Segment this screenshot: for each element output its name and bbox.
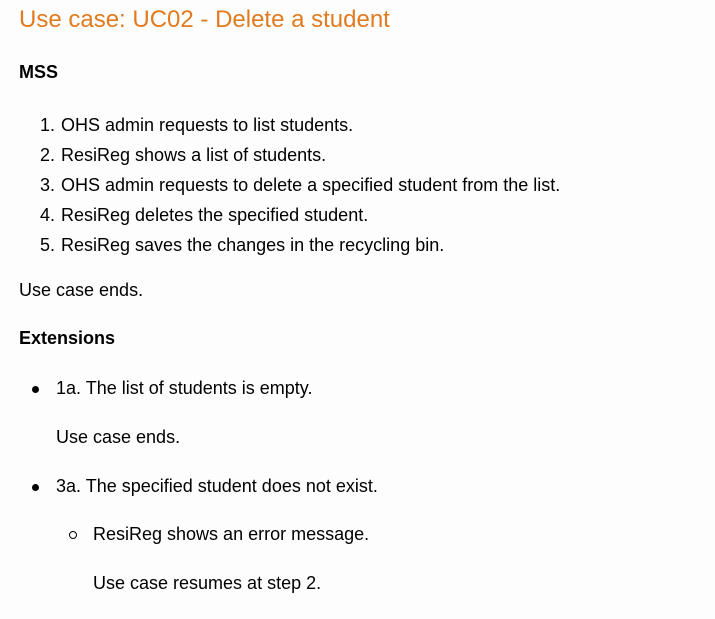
step-text: ResiReg deletes the specified student. (61, 205, 369, 225)
extension-item: 3a. The specified student does not exist… (56, 476, 378, 496)
bullet-dot-icon (32, 484, 39, 491)
step-number: 4. (39, 205, 55, 225)
extension-item: 1a. The list of students is empty. (56, 378, 313, 398)
step-number: 3. (39, 175, 55, 195)
extensions-heading: Extensions (19, 328, 116, 348)
mss-heading: MSS (19, 62, 59, 82)
step-text: OHS admin requests to delete a specified… (61, 175, 561, 195)
page-title: Use case: UC02 - Delete a student (19, 6, 390, 33)
bullet-circle-icon (69, 531, 77, 539)
mss-step: 4. ResiReg deletes the specified student… (19, 200, 560, 230)
mss-step: 1. OHS admin requests to list students. (19, 110, 560, 140)
mss-step: 3. OHS admin requests to delete a specif… (19, 170, 560, 200)
step-number: 1. (39, 115, 55, 135)
step-text: ResiReg shows a list of students. (61, 145, 327, 165)
step-text: ResiReg saves the changes in the recycli… (61, 235, 445, 255)
step-number: 5. (39, 235, 55, 255)
extension-sub-note: Use case resumes at step 2. (93, 573, 322, 593)
step-number: 2. (39, 145, 55, 165)
extension-sub-item: ResiReg shows an error message. (93, 524, 370, 544)
bullet-dot-icon (32, 386, 39, 393)
mss-end-text: Use case ends. (19, 280, 144, 300)
mss-step: 5. ResiReg saves the changes in the recy… (19, 230, 560, 260)
step-text: OHS admin requests to list students. (61, 115, 354, 135)
mss-step: 2. ResiReg shows a list of students. (19, 140, 560, 170)
extension-note: Use case ends. (56, 427, 181, 447)
mss-step-list: 1. OHS admin requests to list students. … (19, 110, 560, 260)
